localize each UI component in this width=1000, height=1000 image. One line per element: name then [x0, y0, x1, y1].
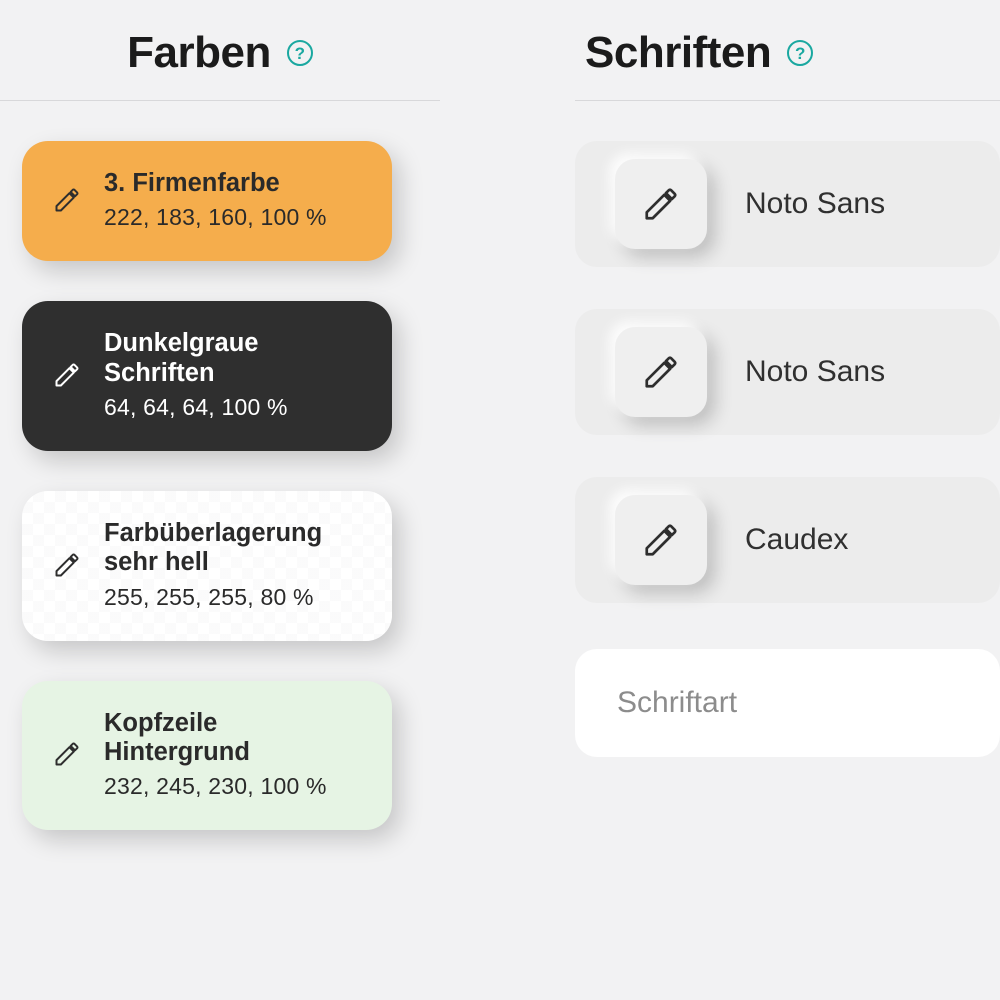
edit-button[interactable] — [615, 327, 707, 417]
font-name: Noto Sans — [745, 355, 885, 389]
color-card-texts: Dunkelgraue Schriften 64, 64, 64, 100 % — [104, 329, 364, 421]
font-rows: Noto Sans Noto Sans Caudex — [575, 141, 1000, 603]
font-input[interactable]: Schriftart — [575, 649, 1000, 757]
color-card-texts: Farbüberlagerung sehr hell 255, 255, 255… — [104, 519, 364, 611]
colors-heading: Farben — [127, 28, 271, 78]
pencil-icon — [52, 360, 82, 390]
color-card[interactable]: Dunkelgraue Schriften 64, 64, 64, 100 % — [22, 301, 392, 451]
fonts-panel: Schriften ? Noto Sans Noto Sans Caudex S… — [500, 0, 1000, 1000]
color-card[interactable]: Kopfzeile Hintergrund 232, 245, 230, 100… — [22, 681, 392, 831]
color-title: Dunkelgraue Schriften — [104, 329, 364, 388]
color-title: Farbüberlagerung sehr hell — [104, 519, 364, 578]
pencil-icon — [52, 739, 82, 769]
color-card[interactable]: Farbüberlagerung sehr hell 255, 255, 255… — [22, 491, 392, 641]
font-row[interactable]: Caudex — [575, 477, 1000, 603]
font-name: Caudex — [745, 523, 848, 557]
help-icon[interactable]: ? — [787, 40, 813, 66]
color-card-texts: Kopfzeile Hintergrund 232, 245, 230, 100… — [104, 709, 364, 801]
color-cards: 3. Firmenfarbe 222, 183, 160, 100 % Dunk… — [0, 141, 440, 830]
color-title: 3. Firmenfarbe — [104, 169, 327, 198]
color-value: 64, 64, 64, 100 % — [104, 394, 364, 421]
help-icon[interactable]: ? — [287, 40, 313, 66]
pencil-icon — [52, 550, 82, 580]
edit-button[interactable] — [615, 495, 707, 585]
font-name: Noto Sans — [745, 187, 885, 221]
color-value: 222, 183, 160, 100 % — [104, 204, 327, 231]
pencil-icon — [52, 185, 82, 215]
fonts-heading-row: Schriften ? — [575, 0, 1000, 101]
color-card[interactable]: 3. Firmenfarbe 222, 183, 160, 100 % — [22, 141, 392, 261]
color-value: 232, 245, 230, 100 % — [104, 773, 364, 800]
edit-button[interactable] — [615, 159, 707, 249]
colors-panel: Farben ? 3. Firmenfarbe 222, 183, 160, 1… — [0, 0, 500, 1000]
font-row[interactable]: Noto Sans — [575, 309, 1000, 435]
color-title: Kopfzeile Hintergrund — [104, 709, 364, 768]
fonts-heading: Schriften — [585, 28, 771, 78]
color-card-texts: 3. Firmenfarbe 222, 183, 160, 100 % — [104, 169, 327, 231]
color-value: 255, 255, 255, 80 % — [104, 584, 364, 611]
colors-heading-row: Farben ? — [0, 0, 440, 101]
font-input-placeholder: Schriftart — [617, 686, 737, 720]
font-row[interactable]: Noto Sans — [575, 141, 1000, 267]
